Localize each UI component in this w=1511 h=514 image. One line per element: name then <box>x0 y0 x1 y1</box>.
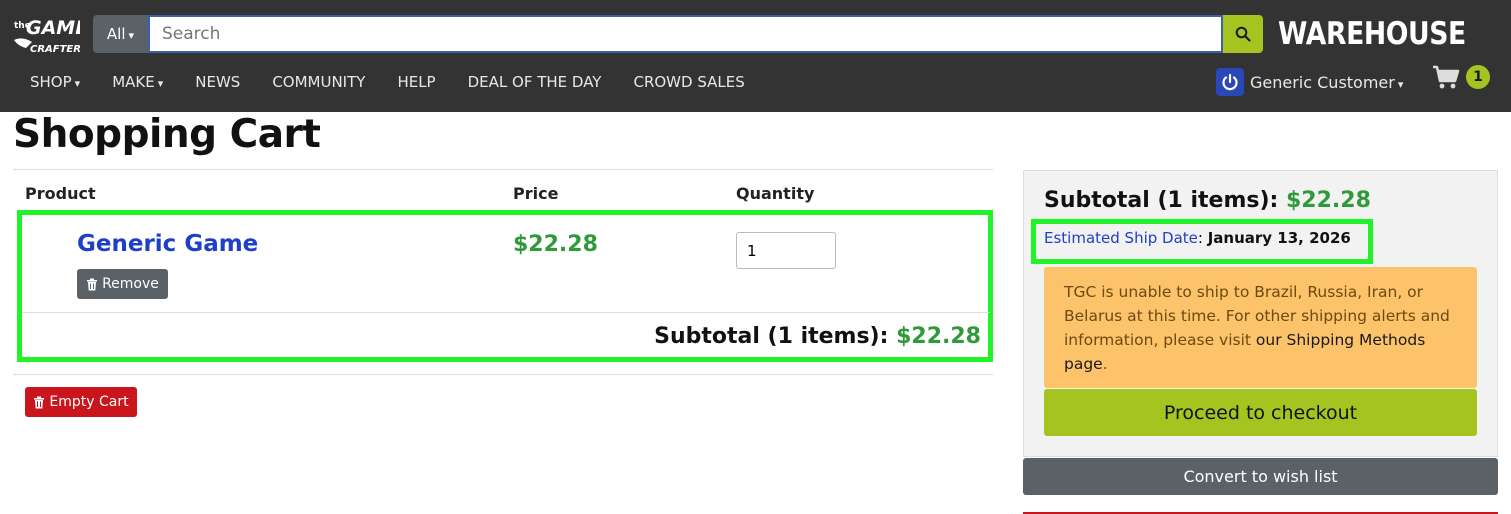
nav-news[interactable]: NEWS <box>179 73 256 91</box>
trash-icon <box>33 396 45 409</box>
user-menu[interactable]: Generic Customer <box>1216 66 1403 98</box>
product-price: $22.28 <box>513 232 598 257</box>
page-title: Shopping Cart <box>13 112 321 157</box>
divider <box>13 374 993 375</box>
cart-subtotal: Subtotal (1 items): $22.28 <box>654 324 981 349</box>
svg-text:GAME: GAME <box>26 17 80 39</box>
search-button[interactable] <box>1223 15 1263 53</box>
divider <box>13 169 993 170</box>
nav-shop[interactable]: SHOP <box>0 73 96 91</box>
chevron-down-icon <box>126 25 135 43</box>
cart-link[interactable]: 1 <box>1432 64 1490 90</box>
main-nav: SHOP MAKE NEWS COMMUNITY HELP DEAL OF TH… <box>0 66 761 98</box>
nav-deal-of-the-day[interactable]: DEAL OF THE DAY <box>452 73 618 91</box>
trash-icon <box>86 278 98 291</box>
game-crafter-logo[interactable]: the GAME CRAFTER <box>12 12 80 58</box>
nav-community[interactable]: COMMUNITY <box>256 73 381 91</box>
chevron-down-icon <box>1395 73 1404 92</box>
proceed-to-checkout-button[interactable]: Proceed to checkout <box>1044 389 1477 436</box>
search-bar: All <box>93 15 1263 53</box>
svg-text:CRAFTER: CRAFTER <box>30 44 80 55</box>
nav-help[interactable]: HELP <box>381 73 451 91</box>
nav-crowd-sales[interactable]: CROWD SALES <box>617 73 760 91</box>
estimated-ship-date: Estimated Ship Date: January 13, 2026 <box>1044 229 1351 247</box>
user-name: Generic Customer <box>1250 72 1395 92</box>
shopping-cart-icon <box>1433 65 1460 89</box>
site-header: the GAME CRAFTER All WAREHOUSE SHOP MAKE… <box>0 0 1511 112</box>
column-header-product: Product <box>25 184 96 203</box>
summary-subtotal: Subtotal (1 items): $22.28 <box>1044 188 1371 213</box>
warehouse-logo[interactable]: WAREHOUSE <box>1274 16 1496 52</box>
cart-count-badge: 1 <box>1466 65 1490 89</box>
convert-to-wishlist-button[interactable]: Convert to wish list <box>1023 458 1498 495</box>
empty-cart-button[interactable]: Empty Cart <box>25 387 137 417</box>
column-header-quantity: Quantity <box>736 184 815 203</box>
nav-make[interactable]: MAKE <box>96 73 179 91</box>
search-input[interactable] <box>148 15 1223 53</box>
shipping-alert: TGC is unable to ship to Brazil, Russia,… <box>1044 267 1477 388</box>
search-category-dropdown[interactable]: All <box>93 15 148 53</box>
remove-button[interactable]: Remove <box>77 269 168 299</box>
divider <box>22 312 990 313</box>
column-header-price: Price <box>513 184 559 203</box>
power-icon <box>1216 68 1244 96</box>
product-link[interactable]: Generic Game <box>77 231 258 257</box>
search-icon <box>1235 26 1251 42</box>
quantity-input[interactable] <box>736 232 836 269</box>
